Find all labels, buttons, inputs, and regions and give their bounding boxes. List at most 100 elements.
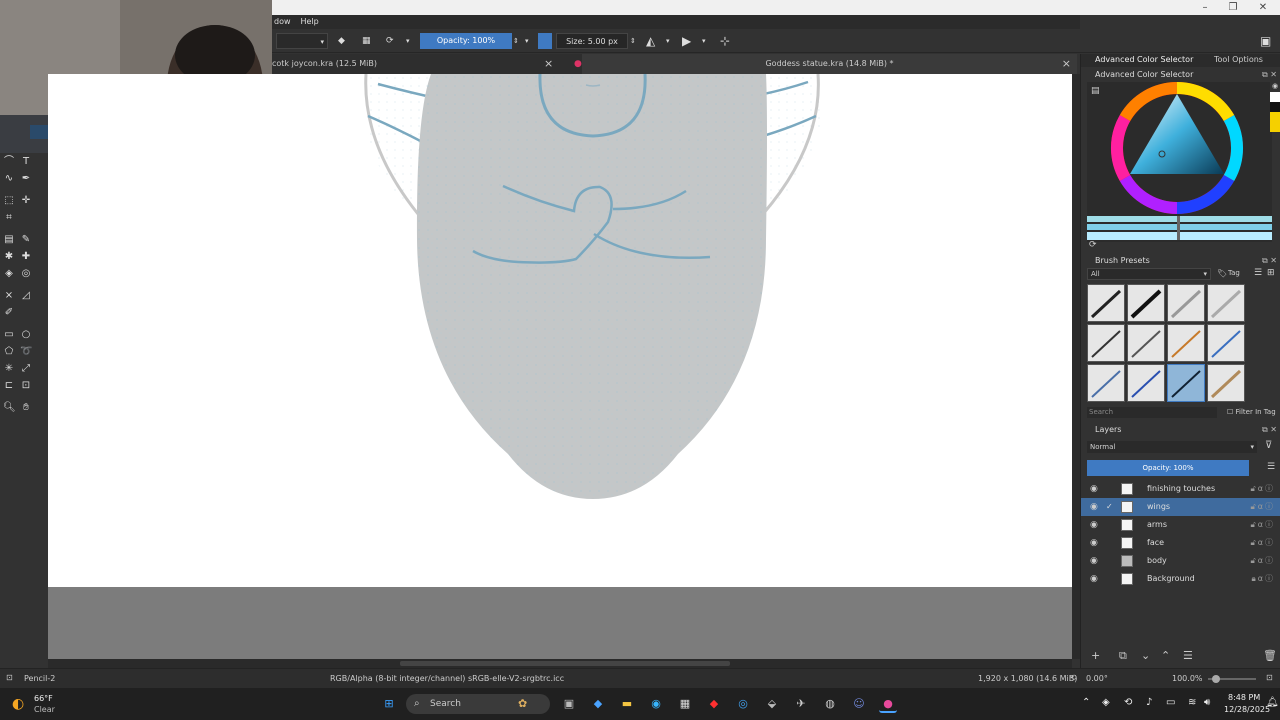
add-layer-icon[interactable]: + (1091, 649, 1100, 662)
transform-tool-icon[interactable]: ⬚ (3, 195, 15, 207)
pan-tool-icon[interactable]: ✋︎ (20, 402, 32, 414)
layer-flags-icon[interactable]: 🔓︎αⓘ (1251, 498, 1275, 516)
panel-float-close-icon[interactable]: ⧉ ✕ (1262, 68, 1277, 81)
windows-start-icon[interactable]: ⊞ (380, 695, 398, 713)
reset-color-icon[interactable]: ⟳ (1089, 240, 1097, 250)
gradient-tool-icon[interactable]: ▤ (3, 234, 15, 246)
horizontal-scrollbar[interactable] (48, 659, 1072, 668)
tab-close-icon[interactable]: × (1062, 54, 1071, 74)
clock-date[interactable]: 12/28/2025 (1224, 705, 1270, 714)
clock-time[interactable]: 8:48 PM (1228, 693, 1260, 702)
volume-icon[interactable]: 🔊︎ (1204, 697, 1210, 708)
opacity-stepper-icon[interactable]: ⇕ (513, 33, 519, 49)
brush-preset-item[interactable] (1207, 324, 1245, 362)
rotation-value[interactable]: 0.00° (1086, 674, 1108, 683)
menu-item-help[interactable]: Help (301, 15, 319, 29)
brush-preset-item[interactable] (1127, 324, 1165, 362)
brush-preset-item[interactable] (1207, 364, 1245, 402)
delete-layer-icon[interactable]: 🗑︎ (1263, 649, 1277, 662)
visibility-eye-icon[interactable]: ◉ (1090, 570, 1098, 588)
mirror-dropdown-icon[interactable]: ▾ (666, 33, 670, 49)
magnetic-select-icon[interactable]: ⊡ (20, 380, 32, 392)
layer-opacity-slider[interactable]: Opacity: 100% (1087, 460, 1249, 476)
color-settings-icon[interactable]: ▤ (1091, 86, 1100, 96)
mirror-v-dropdown-icon[interactable]: ▾ (702, 33, 706, 49)
tag-label[interactable]: Tag (1228, 269, 1240, 277)
weather-icon[interactable]: ◐ (12, 696, 24, 712)
visibility-eye-icon[interactable]: ◉ (1090, 480, 1098, 498)
brush-preset-item[interactable] (1127, 284, 1165, 322)
filter-icon[interactable]: ⊽ (1265, 440, 1272, 451)
fill-tool-icon[interactable]: ◈ (3, 268, 15, 280)
crop-tool-icon[interactable]: ⌗ (3, 212, 15, 224)
layer-row-background[interactable]: ◉ Background 🔒︎αⓘ (1081, 570, 1280, 588)
reference-tool-icon[interactable]: ✐ (3, 307, 15, 319)
zoom-tool-icon[interactable]: 🔍︎ (3, 402, 16, 414)
tray-monitor-icon[interactable]: ▭ (1166, 697, 1175, 708)
layer-lock-icon[interactable]: 🔒︎αⓘ (1251, 570, 1275, 588)
bezier-select-icon[interactable]: ⊏ (3, 380, 15, 392)
flow-swatch[interactable] (538, 33, 552, 49)
tab-advanced-color[interactable]: Advanced Color Selector (1095, 55, 1193, 64)
layer-properties-icon[interactable]: ☰ (1183, 649, 1193, 662)
wrap-around-icon[interactable]: ⊹ (720, 33, 730, 49)
vertical-scrollbar[interactable] (1072, 74, 1080, 659)
duplicate-layer-icon[interactable]: ⧉ (1119, 649, 1127, 663)
brush-preset-selected[interactable] (1167, 364, 1205, 402)
mirror-vertical-icon[interactable]: ▶ (682, 33, 691, 49)
tag-icon[interactable]: 🏷︎ (1217, 269, 1227, 278)
measure-tool-icon[interactable]: ◿ (20, 290, 32, 302)
brush-preset-item[interactable] (1087, 364, 1125, 402)
tray-overflow-icon[interactable]: ⌃ (1082, 697, 1090, 708)
brush-preset-item[interactable] (1087, 284, 1125, 322)
contiguous-select-icon[interactable]: ✳ (3, 363, 15, 375)
brush-preset-item[interactable] (1167, 284, 1205, 322)
rotation-icon[interactable]: ⟲ (1070, 673, 1077, 682)
brush-filter-dropdown[interactable]: All ▾ (1087, 268, 1211, 280)
visibility-eye-icon[interactable]: ◉ (1090, 534, 1098, 552)
brush-preset-item[interactable] (1127, 364, 1165, 402)
layer-menu-icon[interactable]: ☰ (1267, 462, 1275, 472)
brush-preset-item[interactable] (1087, 324, 1125, 362)
copilot-icon[interactable]: ◆ (589, 695, 607, 713)
freehand-path-icon[interactable]: ∿ (3, 173, 15, 185)
brush-preset-item[interactable] (1207, 284, 1245, 322)
tray-sync-icon[interactable]: ⟲ (1124, 697, 1132, 708)
layer-row-wings[interactable]: ◉ ✓ wings 🔓︎αⓘ (1081, 498, 1280, 516)
minimize-icon[interactable]: – (1190, 0, 1220, 15)
tab-tool-options[interactable]: Tool Options (1214, 55, 1263, 64)
panel-float-close-icon[interactable]: ⧉ ✕ (1262, 423, 1277, 436)
assistant-tool-icon[interactable]: ⨯ (3, 290, 15, 302)
tray-app-icon[interactable]: ◈ (1102, 697, 1110, 708)
color-picker-icon[interactable]: ✎ (20, 234, 32, 246)
move-up-icon[interactable]: ⌃ (1161, 649, 1170, 662)
tray-mic-icon[interactable]: ♪ (1146, 697, 1152, 708)
scroll-thumb[interactable] (400, 661, 730, 666)
notification-icon[interactable]: 🔔︎ (1266, 697, 1279, 708)
discord-icon[interactable]: ☺ (850, 695, 868, 713)
polygon-select-icon[interactable]: ⬠ (3, 346, 15, 358)
task-view-icon[interactable]: ▣ (560, 695, 578, 713)
tab-close-icon[interactable]: × (544, 54, 553, 74)
tab-goddess-statue[interactable]: Goddess statue.kra (14.8 MiB) * × (582, 54, 1077, 74)
colorize-mask-icon[interactable]: ✱ (3, 251, 15, 263)
layer-flags-icon[interactable]: 🔓︎αⓘ (1251, 516, 1275, 534)
visibility-eye-icon[interactable]: ◉ (1090, 498, 1098, 516)
fit-icon[interactable]: ⊡ (1266, 673, 1273, 682)
app-red-icon[interactable]: ◆ (705, 695, 723, 713)
color-wheel[interactable] (1087, 82, 1272, 242)
layer-flags-icon[interactable]: 🔓︎αⓘ (1251, 552, 1275, 570)
smart-patch-icon[interactable]: ✚ (20, 251, 32, 263)
visibility-eye-icon[interactable]: ◉ (1090, 516, 1098, 534)
move-down-icon[interactable]: ⌄ (1141, 649, 1150, 662)
mirror-horizontal-icon[interactable]: ◭ (646, 33, 655, 49)
size-slider[interactable]: Size: 5.00 px (556, 33, 628, 49)
layer-row-face[interactable]: ◉ face 🔓︎αⓘ (1081, 534, 1280, 552)
weather-temp[interactable]: 66°F (34, 694, 53, 703)
opacity-slider[interactable]: Opacity: 100% (420, 33, 512, 49)
layer-row-finishing-touches[interactable]: ◉ finishing touches 🔓︎αⓘ (1081, 480, 1280, 498)
opacity-dropdown-icon[interactable]: ▾ (525, 33, 529, 49)
workspace-icon[interactable]: ▣ (1260, 33, 1271, 49)
layer-flags-icon[interactable]: 🔓︎αⓘ (1251, 534, 1275, 552)
grid-view-icon[interactable]: ⊞ (1267, 268, 1275, 278)
